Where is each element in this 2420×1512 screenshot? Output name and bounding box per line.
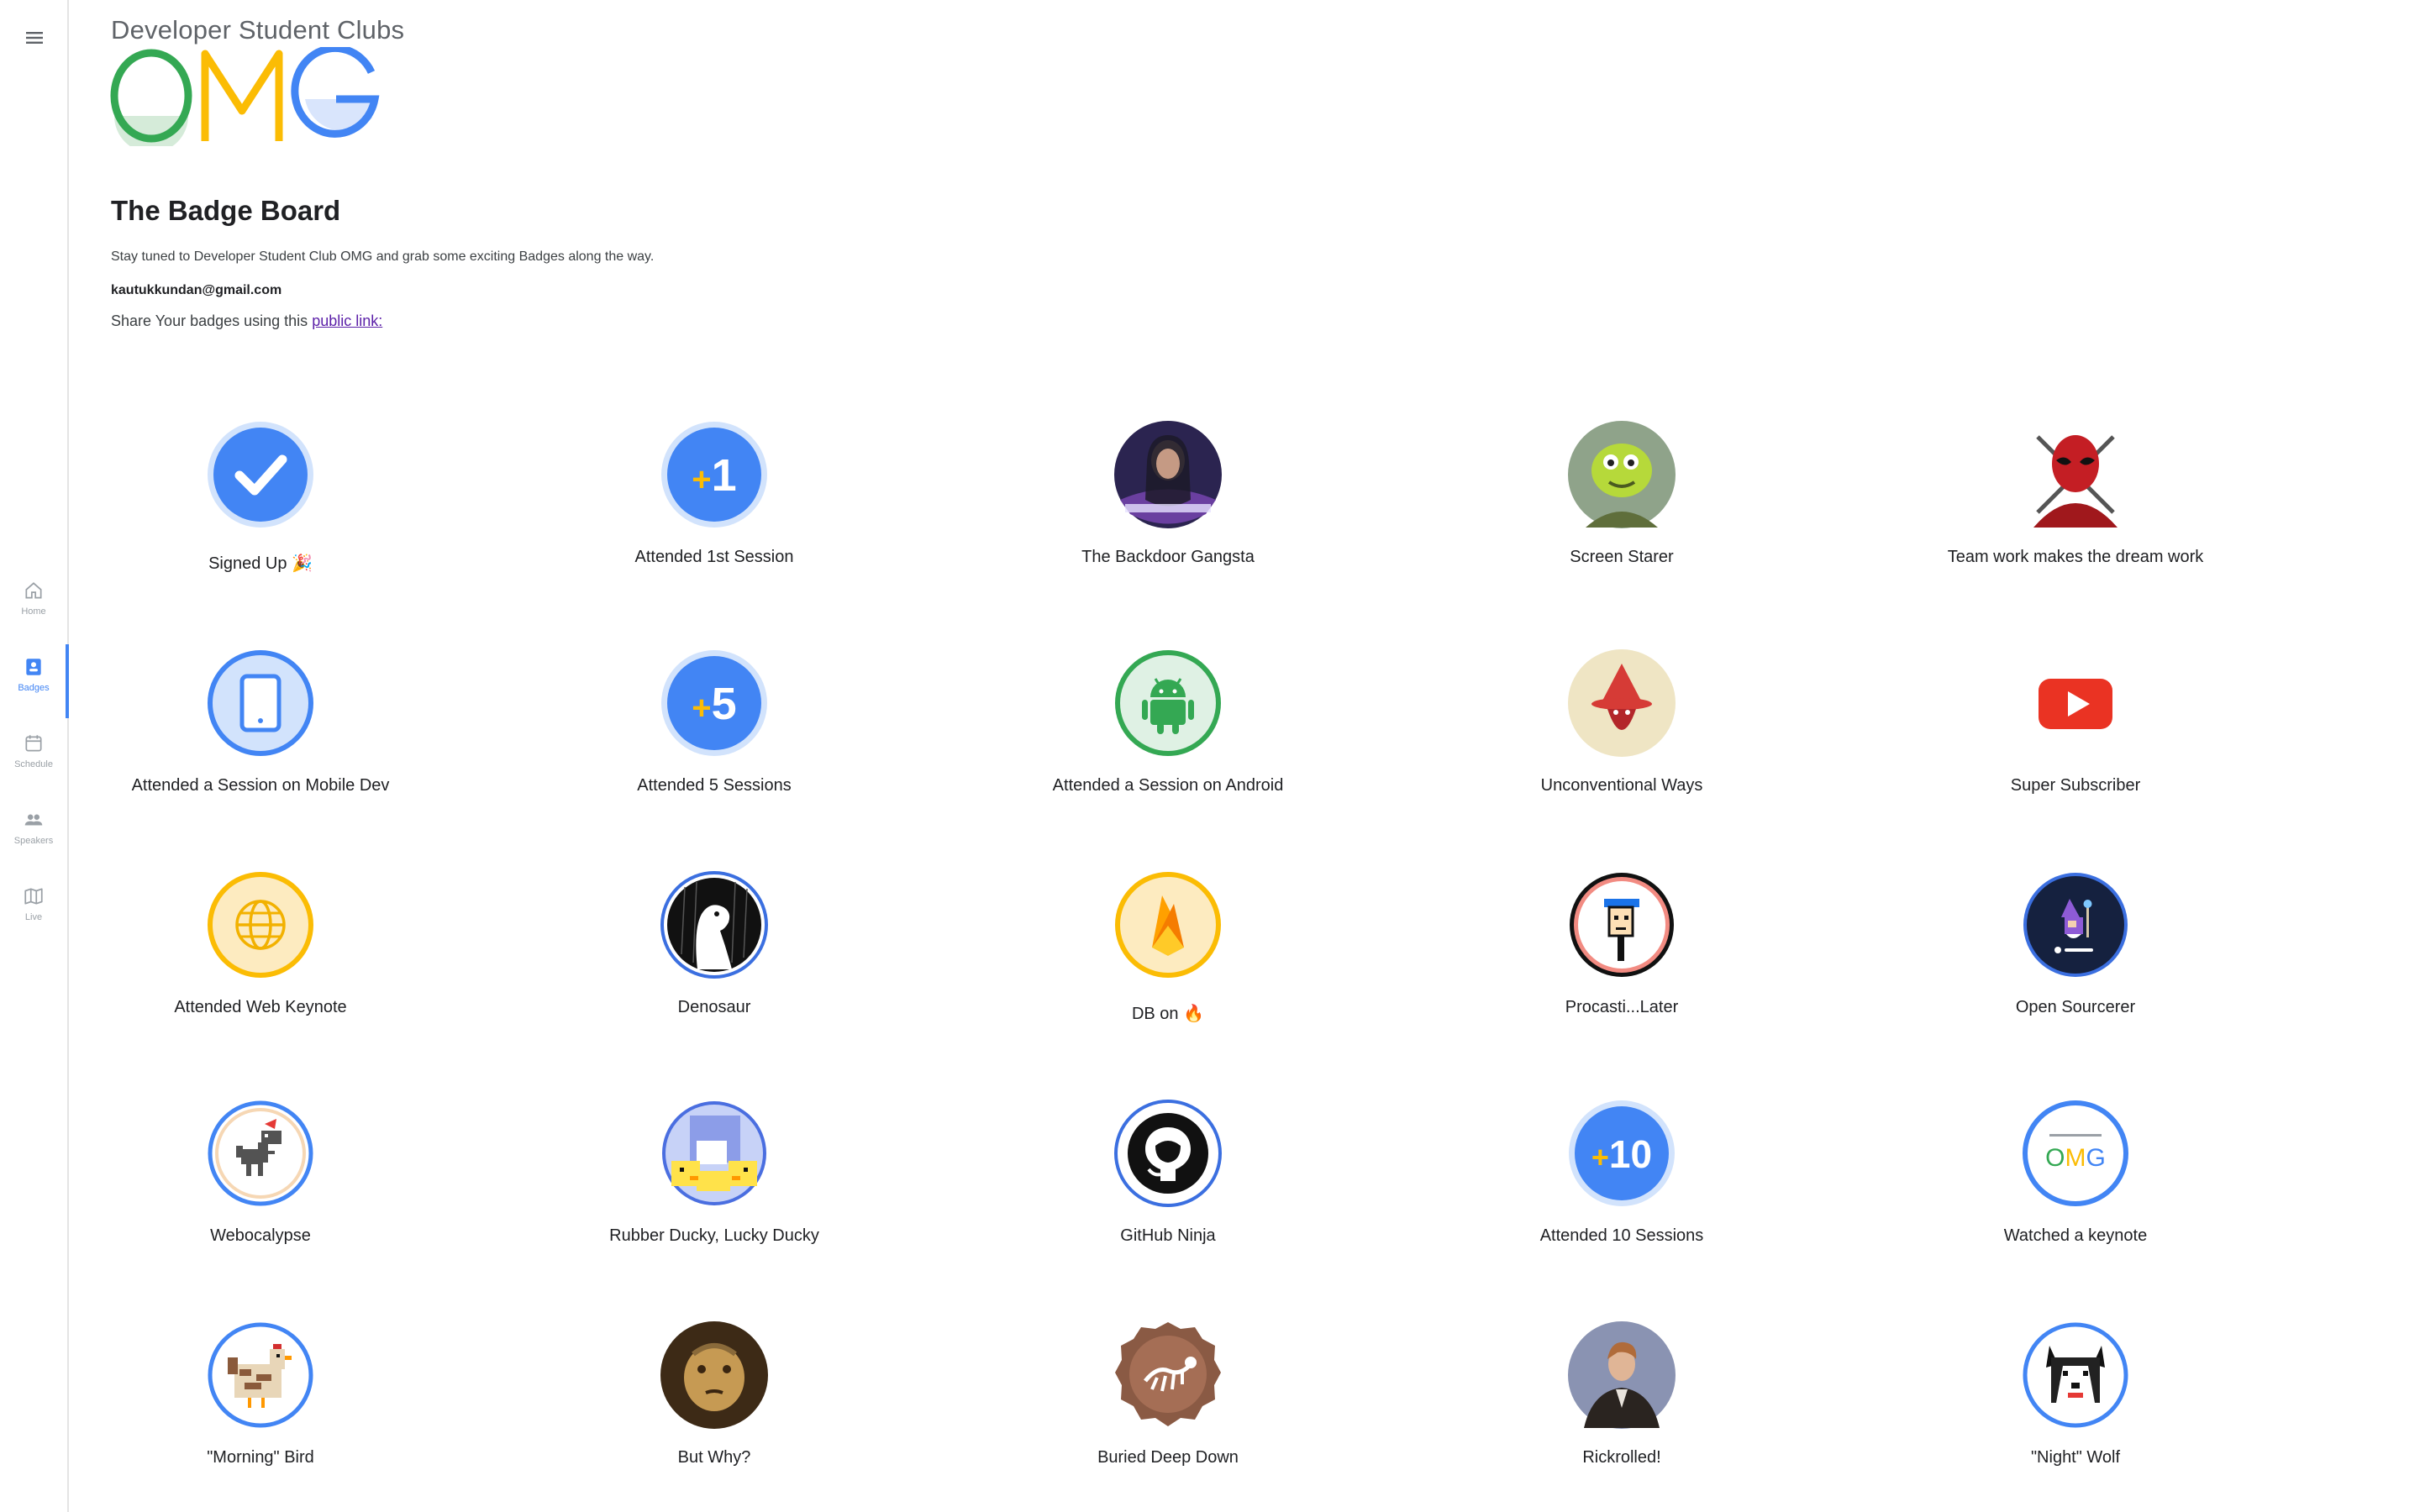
- badge-label: Rubber Ducky, Lucky Ducky: [609, 1226, 819, 1245]
- rick-singer-icon: [1568, 1321, 1676, 1429]
- nav-label: Home: [21, 606, 46, 617]
- badge-db-on-fire[interactable]: DB on 🔥: [941, 870, 1395, 1024]
- intro-text: Stay tuned to Developer Student Club OMG…: [111, 249, 655, 264]
- badge-screen-starer[interactable]: Screen Starer: [1395, 420, 1849, 567]
- nav-item-home[interactable]: Home: [0, 571, 67, 638]
- red-masked-hero-icon: [2022, 421, 2129, 528]
- badge-label: Attended a Session on Android: [1052, 776, 1284, 795]
- brand-subtitle: Developer Student Clubs: [111, 15, 405, 45]
- plus-ten-badge-icon: +10: [1569, 1100, 1675, 1206]
- badge-rubber-ducky[interactable]: Rubber Ducky, Lucky Ducky: [487, 1099, 941, 1246]
- red-wizard-icon: [1568, 649, 1676, 757]
- badge-morning-bird[interactable]: "Morning" Bird: [34, 1320, 487, 1467]
- page-title: The Badge Board: [111, 195, 341, 226]
- badge-label: GitHub Ninja: [1120, 1226, 1216, 1245]
- badge-procasti-later[interactable]: Procasti...Later: [1395, 870, 1849, 1017]
- badge-mobile-dev[interactable]: Attended a Session on Mobile Dev: [34, 648, 487, 795]
- hamburger-menu-icon: [26, 32, 43, 44]
- home-icon: [25, 582, 42, 599]
- badge-label: Attended 10 Sessions: [1539, 1226, 1704, 1245]
- checkmark-badge-icon: [208, 422, 313, 528]
- puzzled-face-icon: [660, 1321, 768, 1429]
- badge-label: Open Sourcerer: [2015, 998, 2136, 1016]
- badge-rickrolled[interactable]: Rickrolled!: [1395, 1320, 1849, 1467]
- badge-plus: +: [692, 461, 711, 498]
- badge-label: Super Subscriber: [2010, 776, 2141, 795]
- badge-webocalypse[interactable]: Webocalypse: [34, 1099, 487, 1246]
- badge-attended-1st-session[interactable]: +1 Attended 1st Session: [487, 420, 941, 567]
- badge-buried-deep-down[interactable]: Buried Deep Down: [941, 1320, 1395, 1467]
- deno-dinosaur-icon: [660, 871, 768, 979]
- badge-label: Unconventional Ways: [1540, 776, 1703, 795]
- badge-attended-5-sessions[interactable]: +5 Attended 5 Sessions: [487, 648, 941, 795]
- badge-label: Watched a keynote: [2003, 1226, 2148, 1245]
- badge-signed-up[interactable]: Signed Up 🎉: [34, 420, 487, 574]
- badge-number: 5: [712, 679, 737, 729]
- omg-wordmark: OMG: [2045, 1144, 2106, 1172]
- badge-label: Attended a Session on Mobile Dev: [131, 776, 390, 795]
- user-email: kautukkundan@gmail.com: [111, 283, 282, 297]
- pixel-husky-icon: [2023, 1322, 2128, 1428]
- badge-label: The Backdoor Gangsta: [1081, 548, 1255, 566]
- badge-super-subscriber[interactable]: Super Subscriber: [1849, 648, 2302, 795]
- share-text: Share Your badges using this: [111, 312, 313, 329]
- badge-backdoor-gangsta[interactable]: The Backdoor Gangsta: [941, 420, 1395, 567]
- badge-plus: +: [692, 690, 711, 727]
- badge-label: "Morning" Bird: [207, 1448, 314, 1467]
- pixel-man-icon: [1570, 873, 1674, 977]
- badge-label: Team work makes the dream work: [1947, 548, 2204, 566]
- badge-open-sourcerer[interactable]: Open Sourcerer: [1849, 870, 2302, 1017]
- badge-label: Attended 5 Sessions: [637, 776, 792, 795]
- fossil-stamp-icon: [1115, 1322, 1221, 1426]
- omg-logo-badge-icon: OMG: [2023, 1100, 2128, 1206]
- plus-five-badge-icon: +5: [661, 650, 767, 756]
- badge-label: Denosaur: [677, 998, 751, 1016]
- youtube-play-icon: [2039, 679, 2112, 729]
- mobile-phone-badge-icon: [208, 650, 313, 756]
- badge-label: Signed Up 🎉: [208, 554, 313, 573]
- firebase-flame-icon: [1115, 872, 1221, 978]
- share-line: Share Your badges using this public link…: [111, 312, 382, 330]
- badge-watched-keynote[interactable]: OMG Watched a keynote: [1849, 1099, 2302, 1246]
- badge-but-why[interactable]: But Why?: [487, 1320, 941, 1467]
- badge-number: 1: [712, 450, 737, 501]
- badge-label: Screen Starer: [1570, 548, 1674, 566]
- badge-label: "Night" Wolf: [2030, 1448, 2121, 1467]
- badge-attended-10-sessions[interactable]: +10 Attended 10 Sessions: [1395, 1099, 1849, 1246]
- badge-label: But Why?: [677, 1448, 751, 1467]
- green-monster-face-icon: [1568, 421, 1676, 528]
- wizard-terminal-icon: [2023, 873, 2128, 977]
- badge-label: Procasti...Later: [1565, 998, 1679, 1016]
- pixel-ducks-icon: [662, 1101, 766, 1205]
- github-octocat-icon: [1114, 1100, 1222, 1207]
- badge-label: Webocalypse: [210, 1226, 311, 1245]
- badge-label: DB on 🔥: [1131, 1005, 1205, 1023]
- badge-label: Buried Deep Down: [1097, 1448, 1239, 1467]
- people-icon: [24, 814, 43, 826]
- badge-web-keynote[interactable]: Attended Web Keynote: [34, 870, 487, 1017]
- nav-label: Speakers: [13, 836, 54, 846]
- badge-github-ninja[interactable]: GitHub Ninja: [941, 1099, 1395, 1246]
- public-link[interactable]: public link:: [312, 312, 382, 329]
- badge-number: 10: [1609, 1132, 1652, 1176]
- badge-android-session[interactable]: Attended a Session on Android: [941, 648, 1395, 795]
- plus-one-badge-icon: +1: [661, 422, 767, 528]
- badge-unconventional-ways[interactable]: Unconventional Ways: [1395, 648, 1849, 795]
- omg-logo: [110, 47, 380, 146]
- badge-label: Attended Web Keynote: [174, 998, 347, 1016]
- badge-team-work[interactable]: Team work makes the dream work: [1849, 420, 2302, 567]
- badge-denosaur[interactable]: Denosaur: [487, 870, 941, 1017]
- menu-button[interactable]: [18, 25, 50, 50]
- badge-night-wolf[interactable]: "Night" Wolf: [1849, 1320, 2302, 1467]
- badge-plus: +: [1591, 1140, 1609, 1174]
- globe-badge-icon: [208, 872, 313, 978]
- hacker-avatar-icon: [1114, 421, 1222, 528]
- chrome-dino-icon: [208, 1100, 313, 1206]
- pixel-chicken-icon: [208, 1322, 313, 1428]
- badge-label: Attended 1st Session: [634, 548, 794, 566]
- badge-label: Rickrolled!: [1582, 1448, 1661, 1467]
- nav-item-speakers[interactable]: Speakers: [0, 801, 67, 868]
- android-robot-icon: [1115, 650, 1221, 756]
